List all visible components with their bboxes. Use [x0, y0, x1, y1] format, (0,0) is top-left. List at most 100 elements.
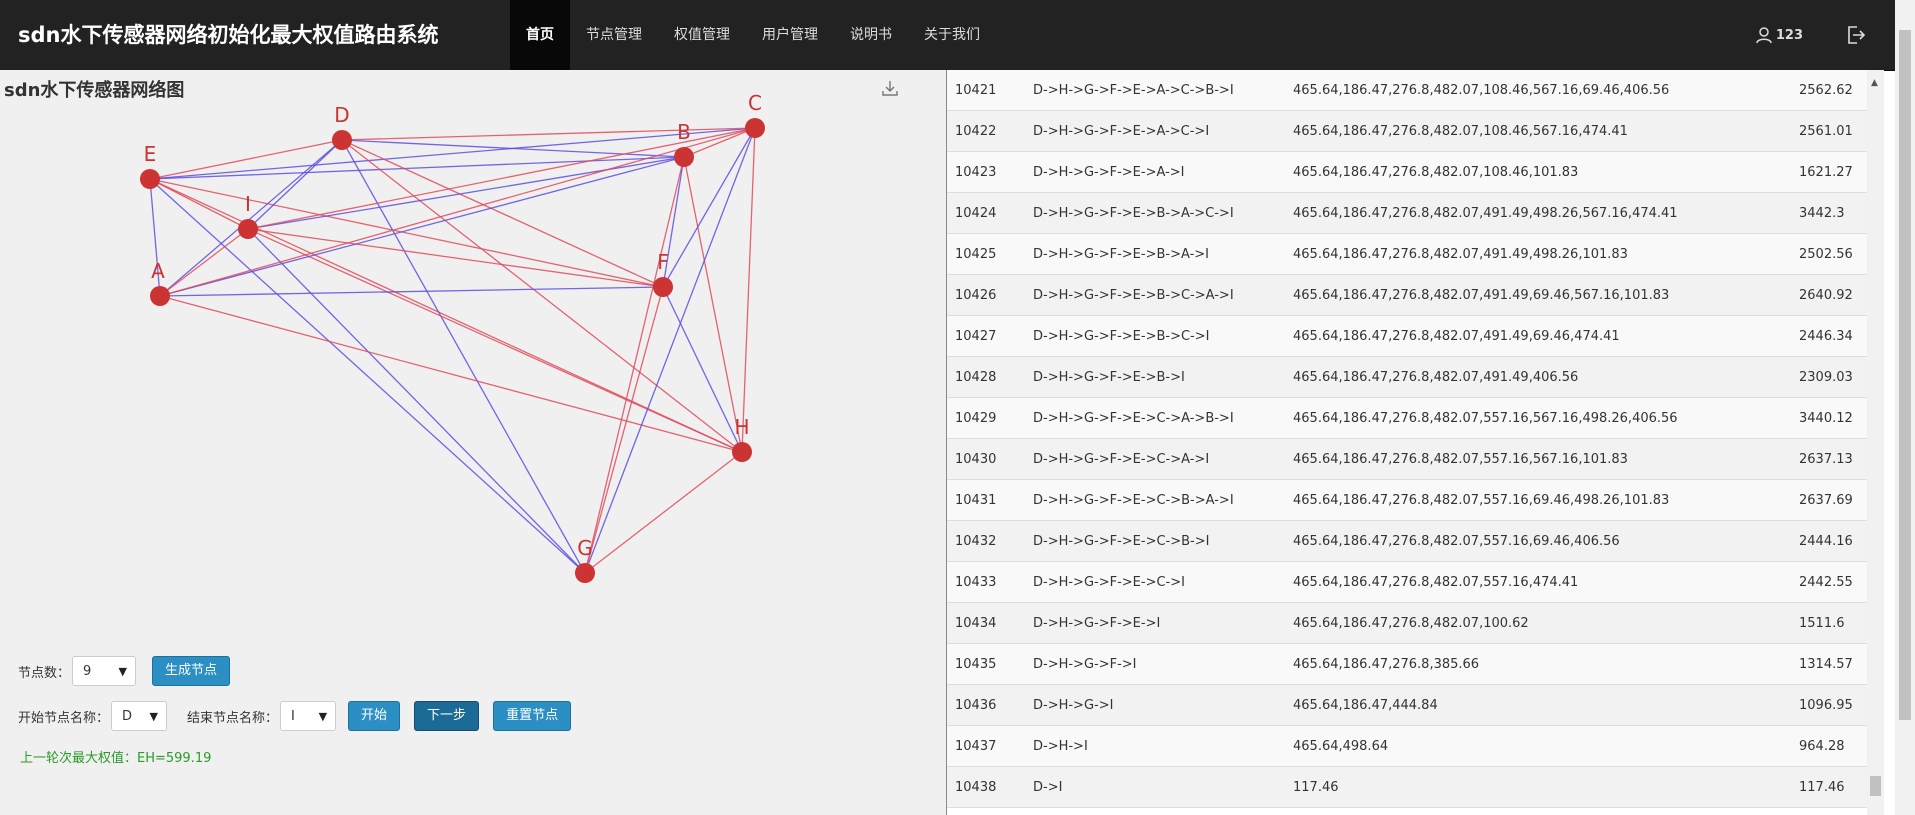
scroll-up-icon[interactable]: ▲: [1871, 78, 1878, 88]
node-D[interactable]: [332, 130, 352, 150]
edge-E-F: [149, 178, 664, 288]
row-weights: 465.64,186.47,276.8,482.07,100.62: [1285, 602, 1791, 644]
node-count-value: 9: [83, 663, 92, 679]
row-path: D->H->G->F->E->C->I: [1025, 561, 1285, 603]
row-id: 10426: [947, 274, 1025, 316]
node-B[interactable]: [674, 147, 694, 167]
app-brand[interactable]: sdn水下传感器网络初始化最大权值路由系统: [18, 0, 438, 70]
row-path: D->H->G->F->E->A->C->B->I: [1025, 70, 1285, 111]
table-row: 10421 D->H->G->F->E->A->C->B->I 465.64,186…: [947, 70, 1867, 111]
row-id: 10424: [947, 192, 1025, 234]
node-A[interactable]: [150, 286, 170, 306]
nav-item-about[interactable]: 关于我们: [908, 0, 996, 70]
row-weights: 117.46: [1285, 766, 1791, 808]
node-label-G: G: [577, 536, 593, 560]
edge-A-F: [159, 286, 664, 297]
row-id: 10433: [947, 561, 1025, 603]
row-path: D->H->G->F->E->A->C->I: [1025, 110, 1285, 152]
row-path: D->H->G->F->E->C->B->A->I: [1025, 479, 1285, 521]
row-path: D->H->G->F->E->B->A->I: [1025, 233, 1285, 275]
page-scroll-thumb[interactable]: [1899, 30, 1911, 720]
nav-item-user-management[interactable]: 用户管理: [746, 0, 834, 70]
table-scrollbar[interactable]: ▲: [1867, 70, 1884, 815]
table-row: 10425 D->H->G->F->E->B->A->I 465.64,186.47…: [947, 233, 1867, 275]
row-weights: 465.64,186.47,276.8,482.07,108.46,567.16…: [1285, 70, 1791, 111]
row-path: D->H->G->F->E->C->B->I: [1025, 520, 1285, 562]
route-row: 开始节点名称： D ▼ 结束节点名称： I ▼ 开始 下一步 重置节点: [18, 701, 572, 731]
start-node-select[interactable]: D ▼: [111, 701, 168, 731]
table-row: 10426 D->H->G->F->E->B->C->A->I 465.64,186…: [947, 274, 1867, 316]
results-panel: 10421 D->H->G->F->E->A->C->B->I 465.64,186…: [947, 70, 1867, 815]
row-weights: 465.64,186.47,276.8,482.07,108.46,101.83: [1285, 151, 1791, 193]
reset-nodes-button[interactable]: 重置节点: [493, 701, 572, 731]
edge-B-G: [584, 156, 685, 574]
nav-item-node-management[interactable]: 节点管理: [570, 0, 658, 70]
row-weights: 465.64,186.47,276.8,482.07,491.49,69.46,…: [1285, 274, 1791, 316]
row-path: D->H->G->F->E->C->A->I: [1025, 438, 1285, 480]
nav-item-weight-management[interactable]: 权值管理: [658, 0, 746, 70]
user-menu[interactable]: 123: [1755, 26, 1803, 44]
edge-B-C: [683, 127, 756, 158]
row-total: 2446.34: [1791, 315, 1867, 357]
row-weights: 465.64,186.47,276.8,482.07,108.46,567.16…: [1285, 110, 1791, 152]
row-path: D->H->G->F->E->B->I: [1025, 356, 1285, 398]
row-total: 2442.55: [1791, 561, 1867, 603]
row-id: 10430: [947, 438, 1025, 480]
row-id: 10429: [947, 397, 1025, 439]
node-label-C: C: [748, 91, 762, 115]
row-weights: 465.64,186.47,276.8,482.07,557.16,69.46,…: [1285, 479, 1791, 521]
node-count-select[interactable]: 9 ▼: [72, 656, 137, 686]
nav-item-manual[interactable]: 说明书: [834, 0, 908, 70]
row-id: 10422: [947, 110, 1025, 152]
row-weights: 465.64,186.47,276.8,385.66: [1285, 643, 1791, 685]
row-id: 10437: [947, 725, 1025, 767]
user-icon: [1755, 26, 1773, 44]
node-H[interactable]: [732, 442, 752, 462]
table-scroll-thumb[interactable]: [1870, 776, 1881, 796]
generate-nodes-button[interactable]: 生成节点: [152, 656, 231, 686]
main-nav: 首页 节点管理 权值管理 用户管理 说明书 关于我们: [510, 0, 996, 70]
end-node-select[interactable]: I ▼: [280, 701, 337, 731]
nav-item-home[interactable]: 首页: [510, 0, 570, 70]
node-label-I: I: [245, 192, 251, 216]
start-node-label: 开始节点名称：: [18, 710, 110, 726]
logout-icon[interactable]: [1845, 24, 1867, 46]
row-weights: 465.64,186.47,276.8,482.07,557.16,69.46,…: [1285, 520, 1791, 562]
node-I[interactable]: [238, 219, 258, 239]
next-step-button[interactable]: 下一步: [414, 701, 480, 731]
node-F[interactable]: [653, 277, 673, 297]
row-weights: 465.64,186.47,276.8,482.07,557.16,474.41: [1285, 561, 1791, 603]
start-button[interactable]: 开始: [348, 701, 401, 731]
row-total: 1621.27: [1791, 151, 1867, 193]
node-label-B: B: [677, 120, 691, 144]
node-G[interactable]: [575, 563, 595, 583]
table-row: 10436 D->H->G->I 465.64,186.47,444.84 1096.…: [947, 684, 1867, 726]
row-path: D->H->G->F->E->C->A->B->I: [1025, 397, 1285, 439]
page-scrollbar[interactable]: [1895, 0, 1915, 815]
row-total: 2562.62: [1791, 70, 1867, 111]
results-table: 10421 D->H->G->F->E->A->C->B->I 465.64,186…: [947, 70, 1867, 808]
chevron-down-icon: ▼: [318, 709, 328, 723]
node-E[interactable]: [140, 169, 160, 189]
row-weights: 465.64,186.47,276.8,482.07,491.49,498.26…: [1285, 233, 1791, 275]
row-id: 10436: [947, 684, 1025, 726]
row-weights: 465.64,186.47,276.8,482.07,491.49,406.56: [1285, 356, 1791, 398]
row-total: 1314.57: [1791, 643, 1867, 685]
row-id: 10423: [947, 151, 1025, 193]
table-row: 10422 D->H->G->F->E->A->C->I 465.64,186.47…: [947, 110, 1867, 152]
row-path: D->H->G->F->E->B->C->A->I: [1025, 274, 1285, 316]
row-id: 10431: [947, 479, 1025, 521]
row-total: 2561.01: [1791, 110, 1867, 152]
row-weights: 465.64,186.47,276.8,482.07,557.16,567.16…: [1285, 397, 1791, 439]
row-total: 964.28: [1791, 725, 1867, 767]
row-id: 10432: [947, 520, 1025, 562]
row-path: D->H->G->F->E->I: [1025, 602, 1285, 644]
network-graph: A B C D E F G H I: [140, 91, 765, 583]
table-row: 10435 D->H->G->F->I 465.64,186.47,276.8,38…: [947, 643, 1867, 685]
top-navbar: sdn水下传感器网络初始化最大权值路由系统 首页 节点管理 权值管理 用户管理 …: [0, 0, 1895, 71]
node-C[interactable]: [745, 118, 765, 138]
row-weights: 465.64,186.47,276.8,482.07,491.49,69.46,…: [1285, 315, 1791, 357]
row-total: 3442.3: [1791, 192, 1867, 234]
edge-E-B: [149, 156, 685, 180]
row-path: D->H->I: [1025, 725, 1285, 767]
